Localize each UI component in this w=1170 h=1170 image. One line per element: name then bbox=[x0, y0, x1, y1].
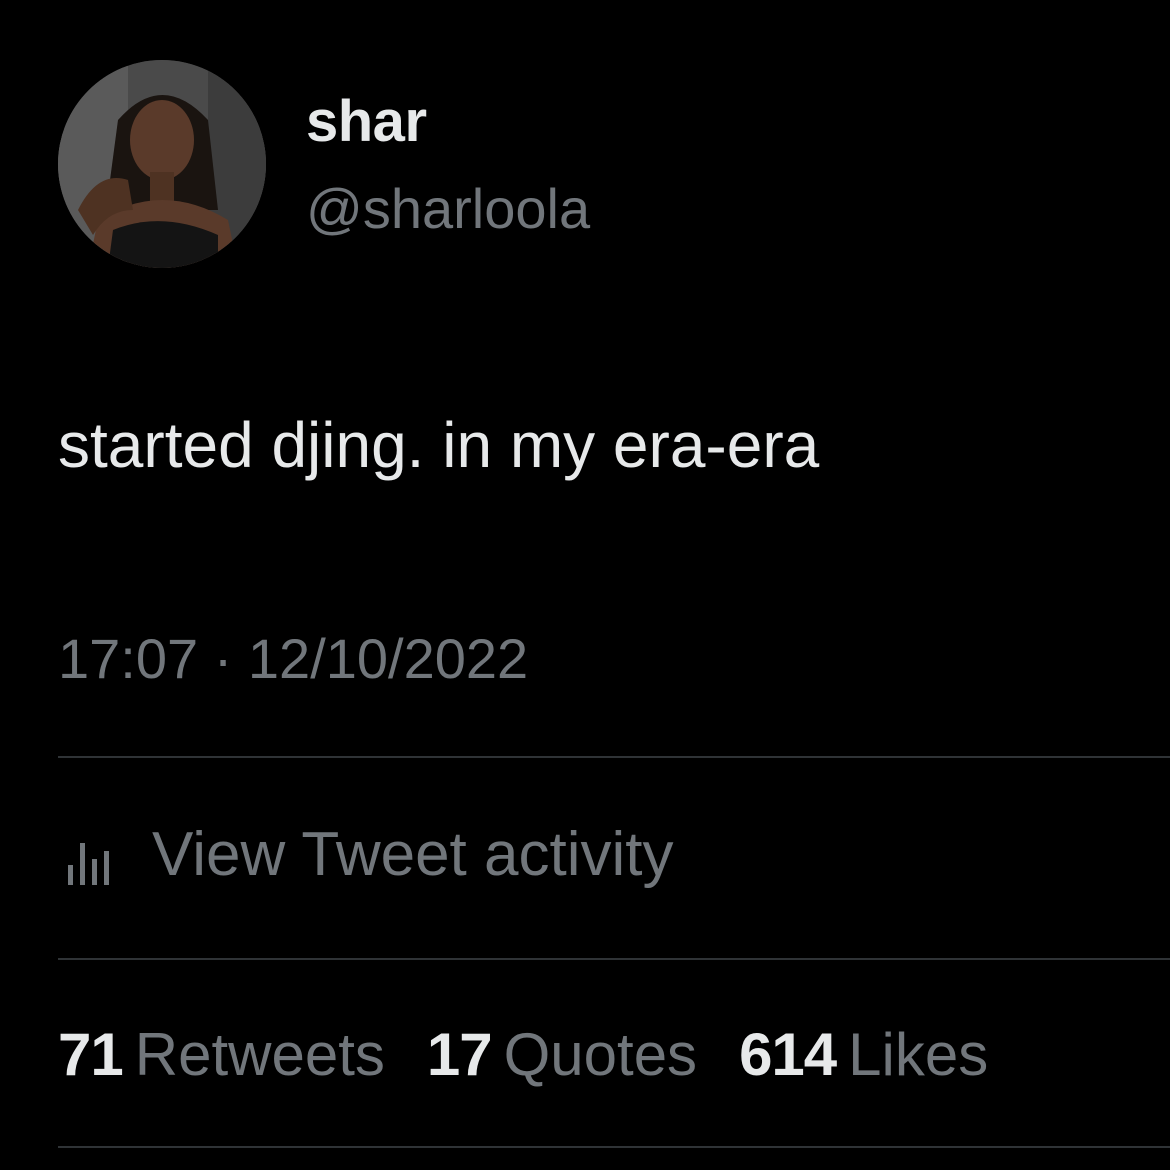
divider bbox=[58, 958, 1170, 960]
likes-stat[interactable]: 614 Likes bbox=[739, 1020, 988, 1089]
likes-count: 614 bbox=[739, 1021, 837, 1088]
profile-photo bbox=[58, 60, 266, 268]
quotes-stat[interactable]: 17 Quotes bbox=[427, 1020, 697, 1089]
display-name[interactable]: shar bbox=[306, 88, 427, 155]
retweets-label: Retweets bbox=[134, 1021, 385, 1088]
tweet-text: started djing. in my era-era bbox=[58, 409, 820, 481]
divider bbox=[58, 756, 1170, 758]
retweets-count: 71 bbox=[58, 1021, 124, 1088]
activity-label: View Tweet activity bbox=[152, 819, 674, 889]
divider bbox=[58, 1146, 1170, 1148]
quotes-label: Quotes bbox=[503, 1021, 698, 1088]
user-handle[interactable]: @sharloola bbox=[306, 176, 590, 241]
retweets-stat[interactable]: 71 Retweets bbox=[58, 1020, 385, 1089]
likes-label: Likes bbox=[848, 1021, 989, 1088]
view-tweet-activity-link[interactable]: View Tweet activity bbox=[58, 815, 674, 893]
engagement-stats: 71 Retweets 17 Quotes 614 Likes bbox=[58, 1020, 988, 1089]
avatar[interactable] bbox=[58, 60, 266, 268]
bar-chart-icon bbox=[58, 829, 122, 893]
tweet-timestamp[interactable]: 17:07 · 12/10/2022 bbox=[58, 626, 528, 691]
quotes-count: 17 bbox=[426, 1021, 493, 1088]
